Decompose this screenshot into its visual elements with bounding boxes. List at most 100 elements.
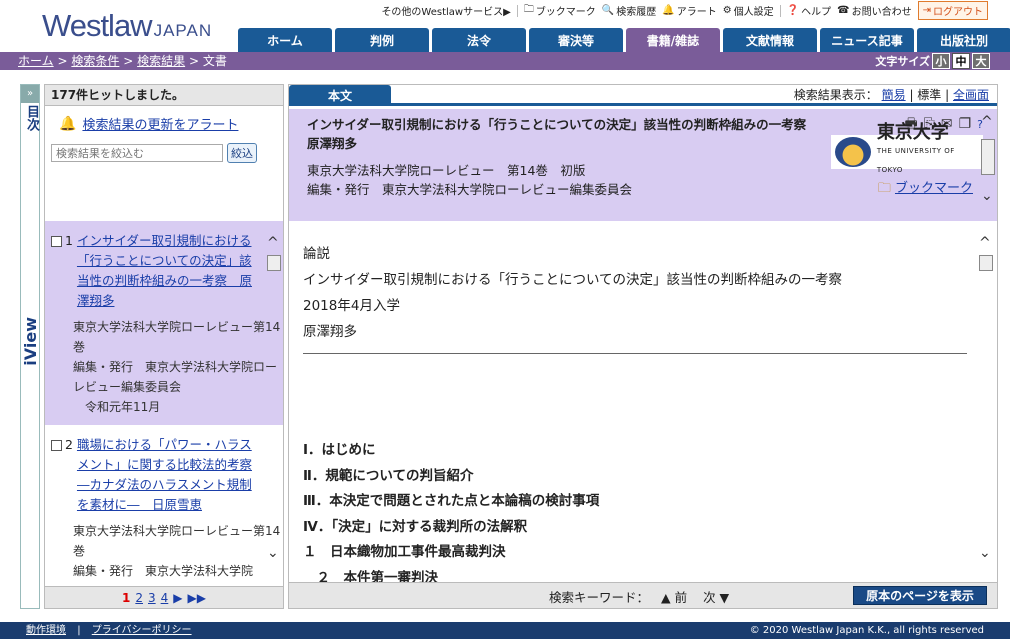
breadcrumb-results[interactable]: 検索結果 (137, 54, 185, 68)
nav-tab-home[interactable]: ホーム (238, 28, 332, 52)
bookmark-icon: 🗀 (877, 181, 891, 196)
pagination: 1 2 3 4 ▶ ▶▶ (45, 586, 283, 608)
results-list: 1 インサイダー取引規制における「行うことについての決定」該当性の判断枠組みの一… (45, 221, 283, 591)
nav-tab-news[interactable]: ニュース記事 (820, 28, 914, 52)
system-requirements-link[interactable]: 動作環境 (26, 625, 66, 636)
nav-tab-publishers[interactable]: 出版社別 (917, 28, 1010, 52)
divider (303, 353, 967, 354)
alert-link[interactable]: 🔔 アラート (662, 3, 716, 18)
result-checkbox[interactable] (51, 440, 62, 451)
body-scroll-up-icon[interactable]: ^ (979, 235, 993, 251)
folder-icon: 🗀 (523, 4, 534, 15)
toc-item: Ⅱ．規範についての判旨紹介 (303, 467, 474, 484)
page-2-link[interactable]: 2 (135, 591, 143, 605)
toc-item: Ⅳ．「決定」に対する裁判所の法解釈 (303, 518, 528, 535)
view-options: 検索結果表示： 簡易 | 標準 | 全画面 (793, 88, 989, 102)
keyword-next-button[interactable]: 次 ▼ (703, 590, 729, 605)
body-scrollbar-thumb[interactable] (979, 255, 993, 271)
contact-link[interactable]: ☎ お問い合わせ (837, 3, 911, 18)
nav-tab-decisions[interactable]: 審決等 (529, 28, 623, 52)
header-scroll-up-icon[interactable]: ^ (981, 113, 995, 132)
header: Westlaw JAPAN その他のWestlawサービス▶ 🗀 ブックマーク 🔍 検… (0, 0, 1010, 52)
utility-bar: その他のWestlawサービス▶ 🗀 ブックマーク 🔍 検索履歴 🔔 アラート ⚙ 個人… (381, 1, 988, 20)
result-title-link[interactable]: 職場における「パワー・ハラスメント」に関する比較法的考察―カナダ法のハラスメント… (77, 435, 259, 515)
keyword-prev-button[interactable]: ▲ 前 (661, 590, 687, 605)
body-title: インサイダー取引規制における「行うことについての決定」該当性の判断枠組みの一考察 (303, 272, 843, 288)
toc-item: １ 日本織物加工事件最高裁判決 (303, 544, 506, 560)
bookmark-button[interactable]: 🗀 ブックマーク (878, 179, 973, 198)
main-nav: ホーム 判例 法令 審決等 書籍/雑誌 文献情報 ニュース記事 出版社別 (238, 28, 1010, 52)
keyword-nav: 検索キーワード： ▲ 前 次 ▼ (549, 590, 730, 605)
breadcrumb-current: 文書 (202, 54, 227, 68)
next-page-icon[interactable]: ▶ (173, 591, 182, 605)
expand-toggle-button[interactable]: » (21, 85, 39, 103)
nav-tab-statutes[interactable]: 法令 (432, 28, 526, 52)
scroll-up-icon[interactable]: ^ (267, 235, 281, 251)
university-logo: 東京大学 THE UNIVERSITY OF TOKYO (831, 124, 983, 174)
document-panel: 本文 検索結果表示： 簡易 | 標準 | 全画面 インサイダー取引規制における「… (288, 84, 998, 609)
logout-icon: ⇥ (922, 5, 931, 16)
result-checkbox[interactable] (51, 236, 62, 247)
result-title-link[interactable]: インサイダー取引規制における「行うことについての決定」該当性の判断枠組みの一考察… (77, 231, 259, 311)
filter-button[interactable]: 絞込 (227, 143, 257, 163)
list-item[interactable]: 1 インサイダー取引規制における「行うことについての決定」該当性の判断枠組みの一… (45, 221, 283, 425)
nav-tab-cases[interactable]: 判例 (335, 28, 429, 52)
scrollbar-thumb[interactable] (267, 255, 281, 271)
settings-link[interactable]: ⚙ 個人設定 (723, 3, 774, 18)
document-body: 論説 インサイダー取引規制における「行うことについての決定」該当性の判断枠組みの… (303, 241, 967, 591)
logout-button[interactable]: ⇥ ログアウト (917, 1, 988, 20)
bookmark-link[interactable]: 🗀 ブックマーク (524, 2, 596, 19)
alert-results-link[interactable]: 検索結果の更新をアラート (82, 114, 238, 133)
list-item[interactable]: 2 職場における「パワー・ハラスメント」に関する比較法的考察―カナダ法のハラスメ… (45, 425, 283, 589)
iview-tab[interactable]: iView (21, 317, 40, 366)
gear-icon: ⚙ (722, 5, 732, 16)
privacy-policy-link[interactable]: プライバシーポリシー (92, 625, 192, 636)
view-simple-link[interactable]: 簡易 (882, 88, 906, 102)
history-link[interactable]: 🔍 検索履歴 (602, 3, 656, 18)
toc-item: Ⅰ．はじめに (303, 442, 376, 458)
westlaw-logo[interactable]: Westlaw JAPAN (42, 8, 212, 44)
copyright: © 2020 Westlaw Japan K.K., all rights re… (749, 625, 984, 636)
results-panel: 177件ヒットしました。 🔔 検索結果の更新をアラート 絞込 1 インサイダー取… (44, 84, 284, 609)
other-services-link[interactable]: その他のWestlawサービス▶ (381, 3, 510, 18)
last-page-icon[interactable]: ▶▶ (188, 591, 206, 605)
filter-input[interactable] (51, 144, 223, 162)
breadcrumb-home[interactable]: ホーム (18, 54, 54, 68)
view-standard: 標準 (917, 88, 942, 102)
font-size-large-button[interactable]: 大 (972, 53, 990, 69)
table-of-contents: Ⅰ．はじめに Ⅱ．規範についての判旨紹介 Ⅲ．本決定で問題とされた点と本論稿の検… (303, 438, 967, 591)
bell-icon: 🔔 (662, 5, 675, 16)
view-fullscreen-link[interactable]: 全画面 (953, 88, 989, 102)
phone-icon: ☎ (837, 5, 850, 16)
header-scroll-down-icon[interactable]: ⌄ (981, 187, 995, 206)
body-author: 原澤翔多 (303, 324, 357, 340)
breadcrumb: ホーム > 検索条件 > 検索結果 > 文書 (0, 52, 1010, 70)
help-link[interactable]: ❓ ヘルプ (787, 3, 831, 18)
hit-count: 177件ヒットしました。 (45, 85, 283, 106)
font-size-medium-button[interactable]: 中 (952, 53, 970, 69)
help-icon: ❓ (786, 5, 800, 16)
breadcrumb-conditions[interactable]: 検索条件 (71, 54, 119, 68)
page-3-link[interactable]: 3 (148, 591, 156, 605)
font-size-small-button[interactable]: 小 (932, 53, 950, 69)
search-icon: 🔍 (601, 5, 615, 16)
font-size-label: 文字サイズ (875, 55, 930, 68)
alert-bell-icon: 🔔 (59, 115, 77, 132)
left-rail: » 目次 iView (20, 84, 40, 609)
tab-body-text[interactable]: 本文 (289, 85, 391, 106)
document-header: インサイダー取引規制における「行うことについての決定」該当性の判断枠組みの一考察… (289, 109, 997, 221)
document-title: インサイダー取引規制における「行うことについての決定」該当性の判断枠組みの一考察 (307, 117, 807, 132)
footer: 動作環境 | プライバシーポリシー © 2020 Westlaw Japan K… (0, 622, 1010, 639)
nav-tab-books-journals[interactable]: 書籍/雑誌 (626, 28, 720, 52)
scroll-down-icon[interactable]: ⌄ (267, 545, 281, 561)
body-scroll-down-icon[interactable]: ⌄ (979, 545, 993, 561)
show-original-page-button[interactable]: 原本のページを表示 (853, 586, 987, 605)
document-category: 論説 (303, 246, 330, 262)
page-4-link[interactable]: 4 (161, 591, 169, 605)
header-scrollbar-thumb[interactable] (981, 139, 995, 175)
toc-tab[interactable]: 目次 (22, 105, 41, 131)
toc-item: Ⅲ．本決定で問題とされた点と本論稿の検討事項 (303, 493, 600, 509)
document-footer: 検索キーワード： ▲ 前 次 ▼ 原本のページを表示 (289, 582, 997, 608)
nav-tab-literature[interactable]: 文献情報 (723, 28, 817, 52)
ginkgo-crest-icon (835, 137, 871, 167)
